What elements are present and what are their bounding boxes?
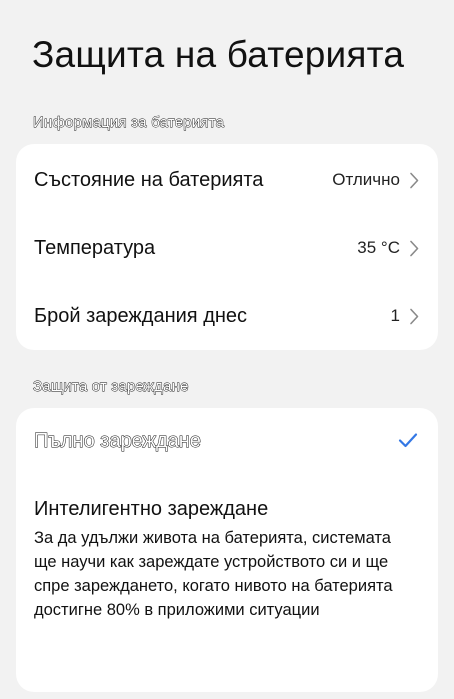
check-icon — [398, 432, 418, 448]
temperature-row[interactable]: Температура 35 °C — [16, 214, 438, 282]
battery-health-row[interactable]: Състояние на батерията Отлично — [16, 146, 438, 214]
battery-health-label: Състояние на батерията — [34, 168, 264, 191]
full-charge-option[interactable]: Пълно зареждане — [16, 408, 438, 476]
full-charge-label: Пълно зареждане — [34, 430, 202, 453]
battery-health-value: Отлично — [332, 170, 400, 189]
smart-charge-description: За да удължи живота на батерията, систем… — [34, 529, 393, 619]
charges-today-row[interactable]: Брой зареждания днес 1 — [16, 282, 438, 350]
smart-charge-title: Интелигентно зареждане — [34, 498, 269, 520]
section-header-battery-info: Информация за батерията — [33, 114, 225, 132]
temperature-label: Температура — [34, 236, 156, 259]
chevron-right-icon — [408, 307, 420, 325]
temperature-value: 35 °C — [357, 238, 400, 257]
page-title: Защита на батерията — [32, 34, 405, 75]
charge-protection-card: Пълно зареждане Интелигентно зареждане З… — [16, 408, 438, 692]
chevron-right-icon — [408, 239, 420, 257]
battery-info-card: Състояние на батерията Отлично Температу… — [16, 144, 438, 350]
battery-protection-screen: Защита на батерията Информация за батери… — [0, 0, 454, 699]
charges-today-label: Брой зареждания днес — [34, 304, 248, 327]
charges-today-value: 1 — [390, 306, 400, 325]
smart-charge-option[interactable]: Интелигентно зареждане За да удължи живо… — [16, 480, 438, 690]
chevron-right-icon — [408, 171, 420, 189]
section-header-charge-protection: Защита от зареждане — [33, 378, 189, 396]
